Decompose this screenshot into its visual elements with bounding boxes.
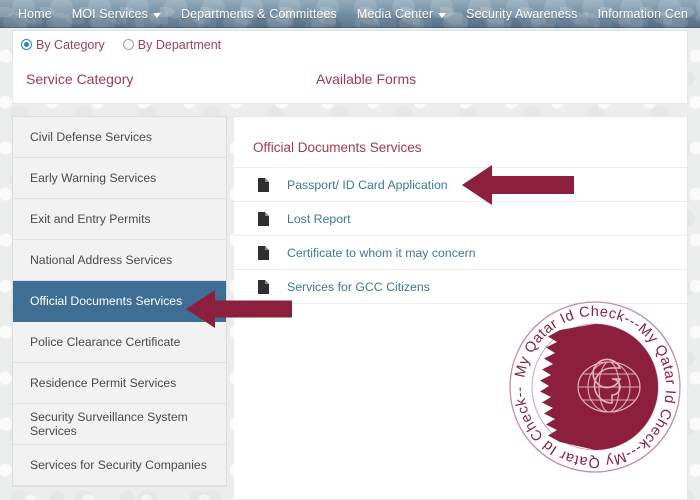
nav-item-label: Security Awareness — [466, 7, 578, 21]
nav-item-departments-committees[interactable]: Departments & Committees — [181, 7, 337, 21]
sidebar-item-national-address-services[interactable]: National Address Services — [13, 240, 226, 281]
sidebar-item-services-for-security-companies[interactable]: Services for Security Companies — [13, 445, 226, 486]
sidebar-item-security-surveillance-system-services[interactable]: Security Surveillance System Services — [13, 404, 226, 445]
nav-item-label: Home — [18, 7, 52, 21]
document-icon — [258, 211, 269, 226]
sidebar-item-residence-permit-services[interactable]: Residence Permit Services — [13, 363, 226, 404]
form-row-certificate-to-whom-it-may-concern[interactable]: Certificate to whom it may concern — [234, 235, 687, 269]
radio-by-category-label: By Category — [36, 37, 105, 52]
sidebar-item-label: Services for Security Companies — [30, 458, 207, 472]
chevron-down-icon — [152, 12, 161, 18]
sidebar-item-label: Residence Permit Services — [30, 376, 177, 390]
available-forms-panel: Official Documents Services Passport/ ID… — [234, 116, 688, 500]
sidebar-item-early-warning-services[interactable]: Early Warning Services — [13, 158, 226, 199]
sidebar-item-police-clearance-certificate[interactable]: Police Clearance Certificate — [13, 322, 226, 363]
column-headers: Service Category Available Forms — [12, 58, 688, 104]
nav-item-label: MOI Services — [71, 7, 148, 21]
header-service-category: Service Category — [26, 71, 134, 87]
my-qatar-id-check-seal-logo: My Qatar Id Check---My Qatar Id Check---… — [505, 288, 682, 474]
form-link[interactable]: Certificate to whom it may concern — [287, 246, 476, 260]
filter-bar: By Category By Department — [12, 30, 688, 58]
document-icon — [258, 245, 269, 260]
sidebar-item-label: Official Documents Services — [30, 294, 183, 308]
document-icon — [258, 177, 269, 192]
nav-item-moi-services[interactable]: MOI Services — [72, 7, 161, 21]
service-category-sidebar: Civil Defense Services Early Warning Ser… — [12, 116, 227, 487]
radio-by-department-indicator[interactable] — [122, 39, 134, 50]
sidebar-item-label: Civil Defense Services — [30, 130, 152, 144]
document-icon — [258, 279, 269, 294]
nav-item-label: Media Center — [356, 7, 434, 21]
content-body: Civil Defense Services Early Warning Ser… — [12, 116, 688, 500]
form-link[interactable]: Passport/ ID Card Application — [287, 178, 448, 192]
chevron-down-icon — [438, 12, 447, 18]
sidebar-item-label: Security Surveillance System Services — [30, 410, 188, 438]
sidebar-item-label: Early Warning Services — [30, 171, 157, 185]
form-row-services-for-gcc-citizens[interactable]: Services for GCC Citizens — [234, 269, 687, 304]
nav-item-home[interactable]: Home — [18, 7, 52, 21]
radio-by-department-label: By Department — [137, 37, 222, 52]
nav-item-security-awareness[interactable]: Security Awareness — [466, 7, 577, 21]
sidebar-item-label: National Address Services — [30, 253, 173, 267]
nav-item-information-center[interactable]: Information Cen — [598, 7, 688, 21]
forms-list: Passport/ ID Card Application Lost Repor… — [234, 167, 687, 304]
form-row-passport-id-card-application[interactable]: Passport/ ID Card Application — [234, 167, 687, 201]
form-link[interactable]: Lost Report — [287, 212, 351, 226]
header-available-forms: Available Forms — [316, 71, 417, 87]
sidebar-item-exit-and-entry-permits[interactable]: Exit and Entry Permits — [13, 199, 226, 240]
sidebar-item-civil-defense-services[interactable]: Civil Defense Services — [13, 117, 226, 158]
nav-item-media-center[interactable]: Media Center — [356, 7, 447, 21]
form-row-lost-report[interactable]: Lost Report — [234, 201, 687, 235]
nav-item-label: Departments & Committees — [180, 7, 337, 21]
sidebar-item-label: Police Clearance Certificate — [30, 335, 181, 349]
main-navigation-bar: Home MOI Services Departments & Committe… — [0, 0, 700, 28]
nav-item-label: Information Cen — [597, 7, 688, 21]
sidebar-item-official-documents-services[interactable]: Official Documents Services — [13, 281, 226, 322]
sidebar-item-label: Exit and Entry Permits — [30, 212, 151, 226]
radio-by-department[interactable]: By Department — [122, 37, 222, 52]
radio-by-category-indicator[interactable] — [21, 39, 32, 50]
radio-by-category[interactable]: By Category — [21, 38, 105, 52]
form-link[interactable]: Services for GCC Citizens — [287, 280, 430, 294]
panel-title: Official Documents Services — [253, 140, 422, 155]
